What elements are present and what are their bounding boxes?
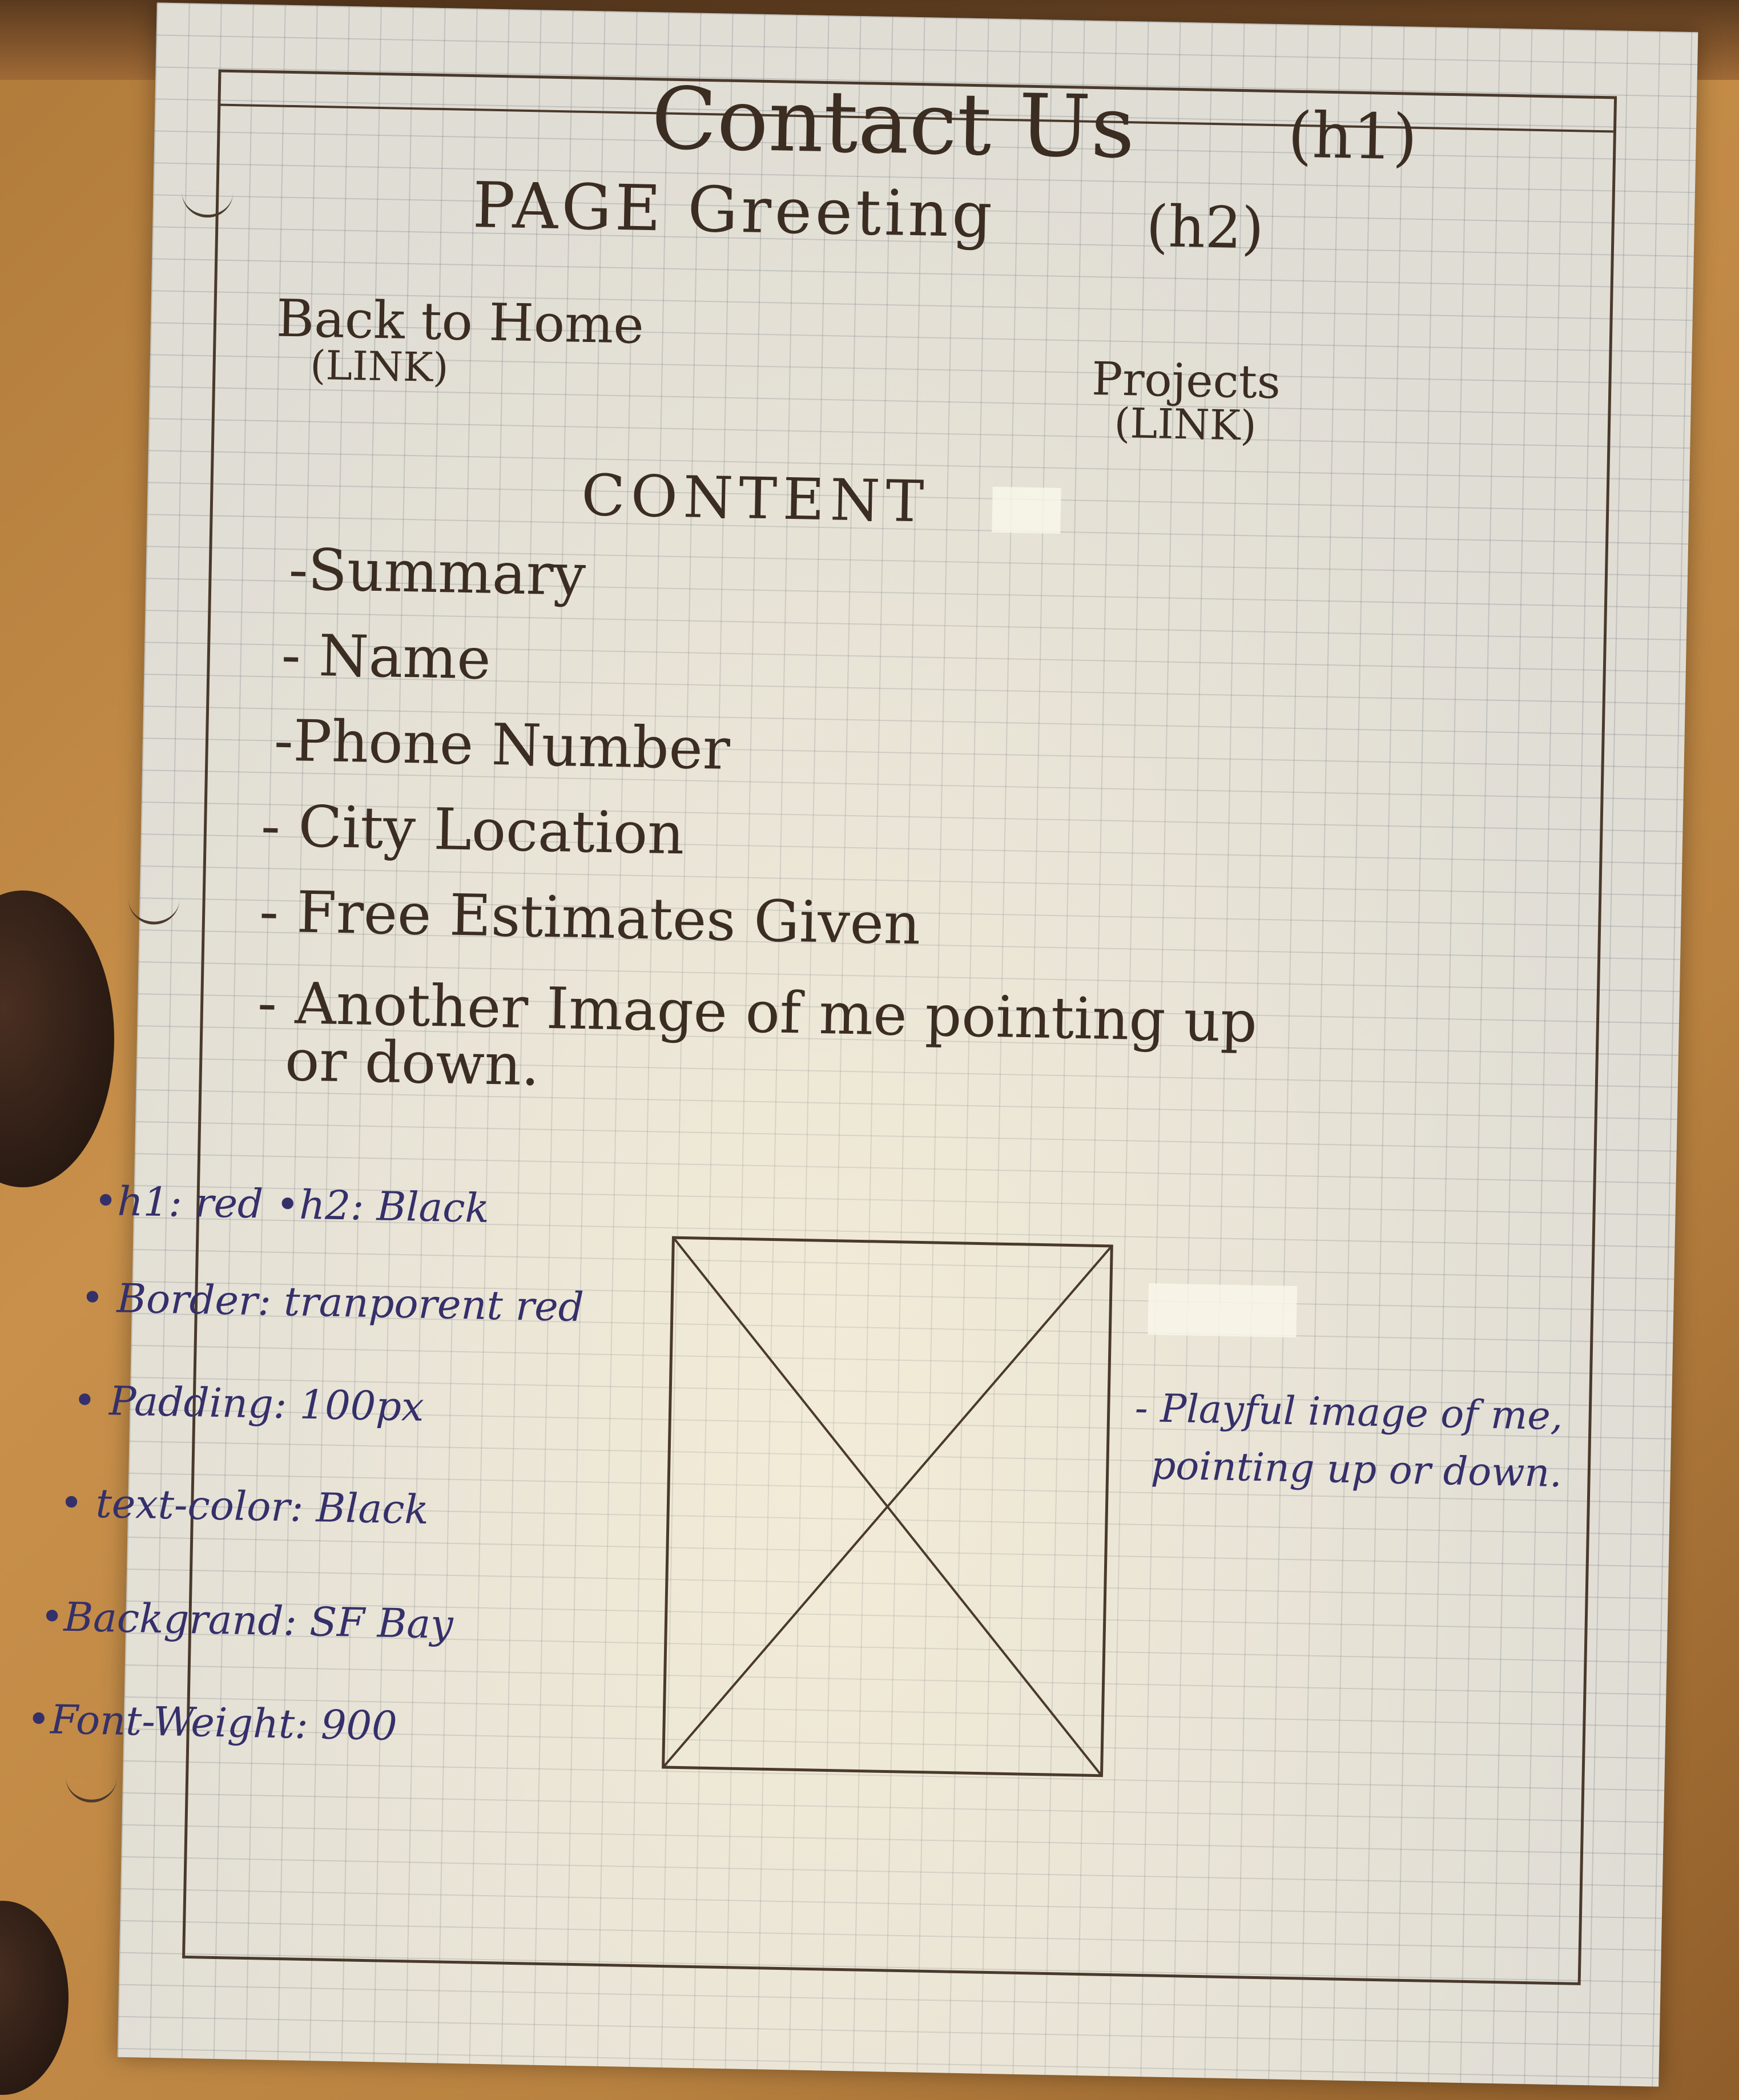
style-note: • Border: tranporent red bbox=[80, 1274, 585, 1331]
projects-link-sketch: Projects (LINK) bbox=[1090, 352, 1281, 450]
content-item: - Free Estimates Given bbox=[259, 878, 921, 958]
content-item: or down. bbox=[284, 1027, 541, 1099]
content-item: -Phone Number bbox=[273, 707, 731, 783]
page-title: Contact Us bbox=[650, 69, 1136, 178]
home-link-label: Back to Home bbox=[276, 288, 645, 356]
tape-strip bbox=[1148, 1283, 1298, 1338]
projects-link-label: Projects bbox=[1091, 352, 1281, 409]
content-heading: CONTENT bbox=[581, 461, 931, 535]
style-note: • text-color: Black bbox=[59, 1479, 429, 1534]
home-link-sketch: Back to Home (LINK) bbox=[275, 288, 645, 394]
image-placeholder bbox=[662, 1236, 1113, 1777]
projects-link-note: (LINK) bbox=[1113, 398, 1257, 450]
image-caption: pointing up or down. bbox=[1150, 1443, 1563, 1497]
tape-strip bbox=[992, 486, 1061, 534]
greeting-tag: (h2) bbox=[1145, 192, 1265, 262]
style-note: •h1: red •h2: Black bbox=[93, 1177, 490, 1232]
thumb bbox=[0, 890, 114, 1187]
content-item: - Name bbox=[280, 621, 492, 692]
wireframe-sheet: Contact Us (h1) PAGE Greeting (h2) Back … bbox=[26, 2, 1698, 2087]
thumb bbox=[0, 1901, 69, 2095]
title-tag: (h1) bbox=[1287, 98, 1418, 174]
image-caption: - Playful image of me, bbox=[1134, 1385, 1564, 1440]
style-note: •Font-Weight: 900 bbox=[26, 1695, 398, 1750]
style-note: • Padding: 100px bbox=[72, 1377, 425, 1430]
content-item: - City Location bbox=[260, 792, 685, 868]
style-note: •Backgrand: SF Bay bbox=[39, 1593, 454, 1648]
content-item: -Summary bbox=[288, 536, 587, 609]
page-greeting: PAGE Greeting bbox=[472, 168, 996, 252]
margin-mark bbox=[65, 1776, 118, 1803]
